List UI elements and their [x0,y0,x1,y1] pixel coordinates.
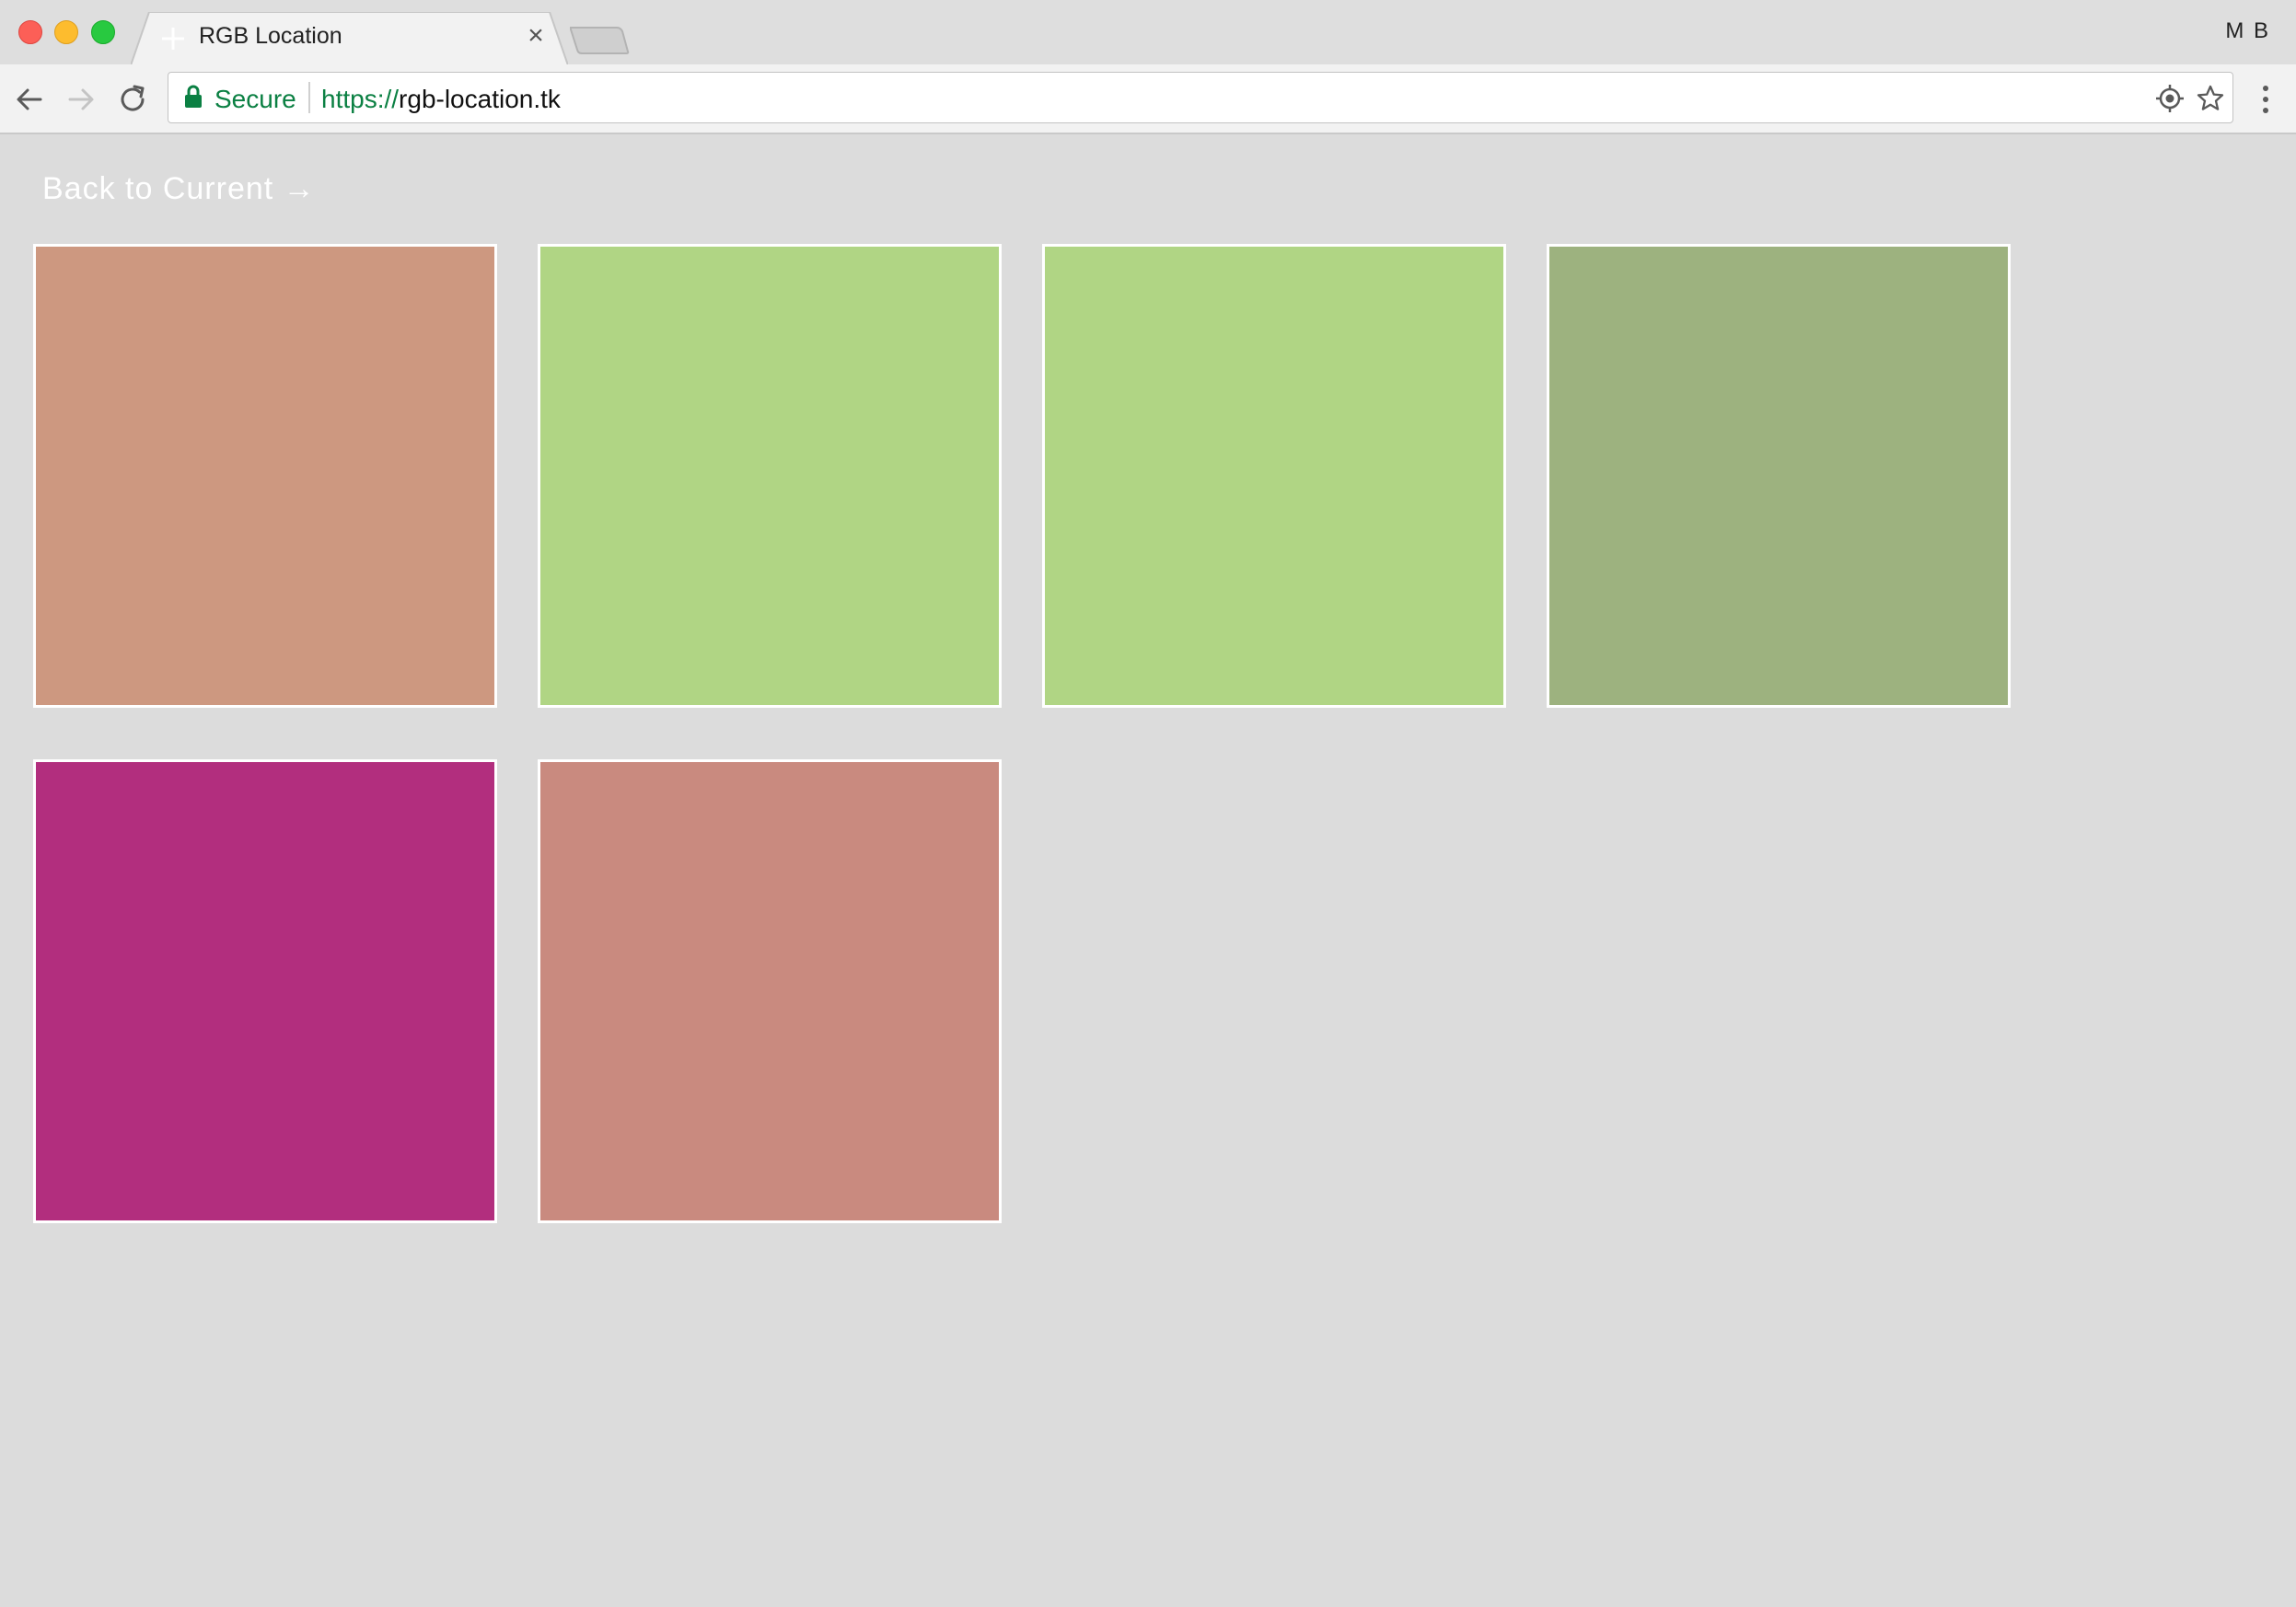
arrow-left-icon[interactable] [11,81,48,118]
page-content: Back to Current → [0,134,2296,1607]
arrow-right-icon[interactable] [63,81,99,118]
window-maximize-button[interactable] [91,20,115,44]
color-swatch[interactable] [33,244,497,708]
url-host: rgb-location.tk [399,85,561,113]
window-minimize-button[interactable] [54,20,78,44]
tab-strip: RGB Location × M B [0,0,2296,65]
color-swatch[interactable] [538,244,1002,708]
browser-toolbar: Secure https://rgb-location.tk [0,64,2296,134]
secure-label: Secure [215,85,296,113]
address-bar[interactable]: Secure https://rgb-location.tk [168,72,2233,123]
plus-icon [162,28,184,50]
new-tab-button[interactable] [569,26,630,55]
tab-outline [131,12,568,65]
back-to-current-link[interactable]: Back to Current → [42,171,316,207]
star-icon[interactable] [2196,84,2225,113]
profile-button[interactable]: M B [2225,18,2270,44]
vertical-dots-icon[interactable] [2252,83,2279,116]
url-scheme: https:// [321,85,400,113]
browser-window: RGB Location × M B Secure https://rgb-lo… [0,0,2296,1607]
lock-icon [185,85,202,108]
color-swatch[interactable] [33,759,497,1223]
color-swatch[interactable] [1042,244,1506,708]
url-text[interactable]: https://rgb-location.tk [321,85,561,114]
reload-icon[interactable] [114,81,151,118]
tab-close-button[interactable]: × [522,22,550,50]
tab-title: RGB Location [199,23,342,49]
color-swatch[interactable] [538,759,1002,1223]
window-close-button[interactable] [18,20,42,44]
color-swatch[interactable] [1547,244,2011,708]
location-target-icon[interactable] [2155,84,2185,113]
address-divider [308,82,310,113]
